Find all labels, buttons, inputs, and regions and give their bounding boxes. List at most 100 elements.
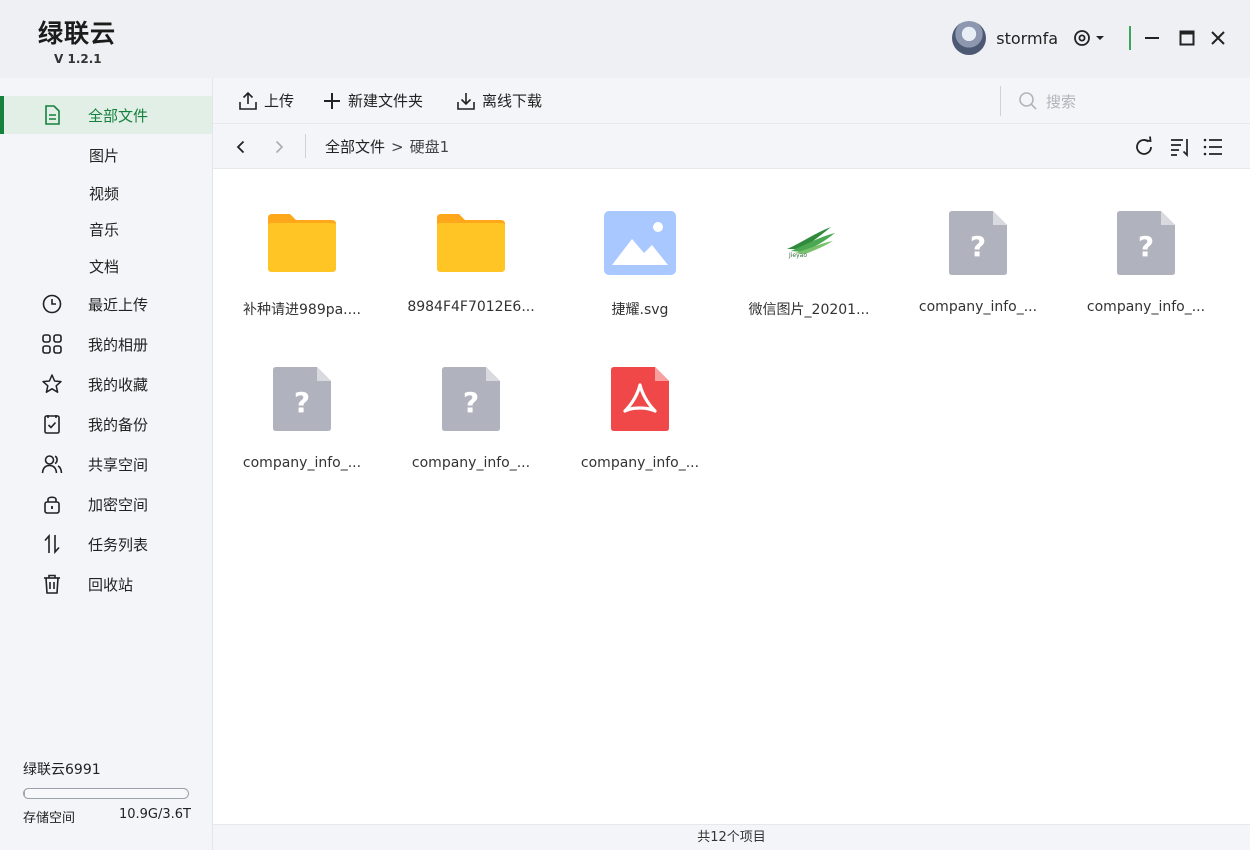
forward-button[interactable] <box>269 137 289 157</box>
file-icon <box>40 103 64 127</box>
sidebar-item-recent-uploads[interactable]: 最近上传 <box>0 285 212 323</box>
sidebar-item-backups[interactable]: 我的备份 <box>0 405 212 443</box>
sidebar-item-label: 我的收藏 <box>88 375 149 394</box>
titlebar-divider <box>1129 26 1131 50</box>
maximize-button[interactable] <box>1176 27 1198 49</box>
minimize-button[interactable] <box>1141 27 1163 49</box>
file-name: company_info_... <box>411 455 531 471</box>
list-icon <box>1203 138 1222 156</box>
trash-icon <box>40 572 64 596</box>
svg-text:?: ? <box>970 230 986 263</box>
sidebar-item-label: 图片 <box>89 146 120 165</box>
settings-menu[interactable] <box>1072 28 1106 48</box>
app-name: 绿联云 <box>38 19 117 48</box>
refresh-icon <box>1136 136 1152 155</box>
username: stormfa <box>996 28 1058 48</box>
sidebar: 全部文件 图片 视频 音乐 文档 最近上传 我的相册 我的收藏 我的备份 共享空… <box>0 78 213 850</box>
avatar[interactable] <box>952 21 987 55</box>
storage-label: 存储空间 <box>23 811 76 826</box>
sidebar-item-label: 文档 <box>89 257 120 276</box>
svg-text:?: ? <box>1138 230 1154 263</box>
sidebar-item-task-list[interactable]: 任务列表 <box>0 525 212 563</box>
svg-text:?: ? <box>463 386 479 419</box>
minimize-icon <box>1145 37 1159 39</box>
back-button[interactable] <box>231 137 251 157</box>
offline-download-button[interactable]: 离线下载 <box>456 90 542 111</box>
close-icon <box>1211 31 1225 45</box>
storage-bar <box>23 788 189 799</box>
sidebar-item-label: 视频 <box>89 184 120 203</box>
file-item[interactable]: ? company_info_... <box>1066 169 1226 315</box>
sidebar-item-label: 加密空间 <box>88 495 149 514</box>
svg-text:Jieyao: Jieyao <box>788 252 807 259</box>
svg-text:?: ? <box>294 386 310 419</box>
file-item[interactable]: 捷耀.svg <box>560 169 720 318</box>
title-bar: 绿联云 V 1.2.1 stormfa <box>0 0 1250 78</box>
sort-button[interactable] <box>1168 135 1192 159</box>
file-item[interactable]: 补种请进989pa.... <box>222 169 382 318</box>
sidebar-item-label: 音乐 <box>89 220 120 239</box>
storage-panel: 绿联云6991 存储空间 10.9G/3.6T <box>23 759 191 826</box>
sidebar-item-label: 共享空间 <box>88 455 149 474</box>
sidebar-item-albums[interactable]: 我的相册 <box>0 325 212 363</box>
breadcrumb-current: 硬盘1 <box>409 138 450 156</box>
upload-label: 上传 <box>264 92 295 110</box>
search-placeholder: 搜索 <box>1046 92 1077 111</box>
search-icon <box>1019 92 1037 110</box>
user-menu[interactable]: stormfa <box>952 21 1106 55</box>
transfer-icon <box>40 532 64 556</box>
sidebar-item-images[interactable]: 图片 <box>0 136 212 174</box>
file-name: company_info_... <box>918 299 1038 315</box>
path-bar: 全部文件 > 硬盘1 <box>213 124 1250 169</box>
status-bar: 共12个项目 <box>213 824 1250 850</box>
file-name: 捷耀.svg <box>611 302 669 318</box>
toolbar-divider <box>1000 86 1001 116</box>
offline-download-label: 离线下载 <box>482 92 543 110</box>
file-name: 8984F4F7012E6... <box>407 299 535 315</box>
sidebar-item-all-files[interactable]: 全部文件 <box>0 96 212 134</box>
chevron-right-icon <box>275 140 284 154</box>
sidebar-item-videos[interactable]: 视频 <box>0 174 212 212</box>
breadcrumb-separator: > <box>391 137 404 156</box>
upload-button[interactable]: 上传 <box>238 90 294 111</box>
file-name: 补种请进989pa.... <box>243 302 361 318</box>
sidebar-item-label: 回收站 <box>88 575 134 594</box>
file-item[interactable]: Jieyao 微信图片_20201... <box>729 169 889 318</box>
image-thumbnail: Jieyao <box>773 207 845 279</box>
new-folder-button[interactable]: 新建文件夹 <box>322 90 423 111</box>
close-button[interactable] <box>1207 27 1229 49</box>
backup-icon <box>40 412 64 436</box>
sidebar-item-favorites[interactable]: 我的收藏 <box>0 365 212 403</box>
star-icon <box>40 372 64 396</box>
sidebar-item-music[interactable]: 音乐 <box>0 210 212 248</box>
file-name: company_info_... <box>242 455 362 471</box>
file-item[interactable]: company_info_... <box>560 325 720 471</box>
maximize-icon <box>1179 30 1195 46</box>
refresh-button[interactable] <box>1132 135 1156 159</box>
folder-icon <box>266 207 338 279</box>
file-item[interactable]: 8984F4F7012E6... <box>391 169 551 315</box>
list-view-button[interactable] <box>1201 135 1225 159</box>
sidebar-item-documents[interactable]: 文档 <box>0 247 212 285</box>
sidebar-item-label: 我的备份 <box>88 415 149 434</box>
file-item[interactable]: ? company_info_... <box>391 325 551 471</box>
toolbar: 上传 新建文件夹 离线下载 搜索 <box>213 78 1250 124</box>
storage-usage: 10.9G/3.6T <box>118 807 191 822</box>
breadcrumb-root[interactable]: 全部文件 <box>325 136 385 157</box>
sidebar-item-label: 全部文件 <box>88 106 149 125</box>
sidebar-item-encrypted-space[interactable]: 加密空间 <box>0 485 212 523</box>
sidebar-item-recycle-bin[interactable]: 回收站 <box>0 565 212 603</box>
sidebar-item-shared-space[interactable]: 共享空间 <box>0 445 212 483</box>
file-item[interactable]: ? company_info_... <box>222 325 382 471</box>
chevron-left-icon <box>236 140 245 154</box>
clock-icon <box>40 292 64 316</box>
item-count: 共12个项目 <box>697 830 766 845</box>
search-input[interactable]: 搜索 <box>1018 90 1218 112</box>
path-divider <box>305 134 306 158</box>
sidebar-item-label: 我的相册 <box>88 335 149 354</box>
folder-icon <box>435 207 507 279</box>
file-item[interactable]: ? company_info_... <box>898 169 1058 315</box>
sidebar-item-label: 任务列表 <box>88 535 149 554</box>
app-version: V 1.2.1 <box>54 52 102 66</box>
download-icon <box>457 92 475 110</box>
